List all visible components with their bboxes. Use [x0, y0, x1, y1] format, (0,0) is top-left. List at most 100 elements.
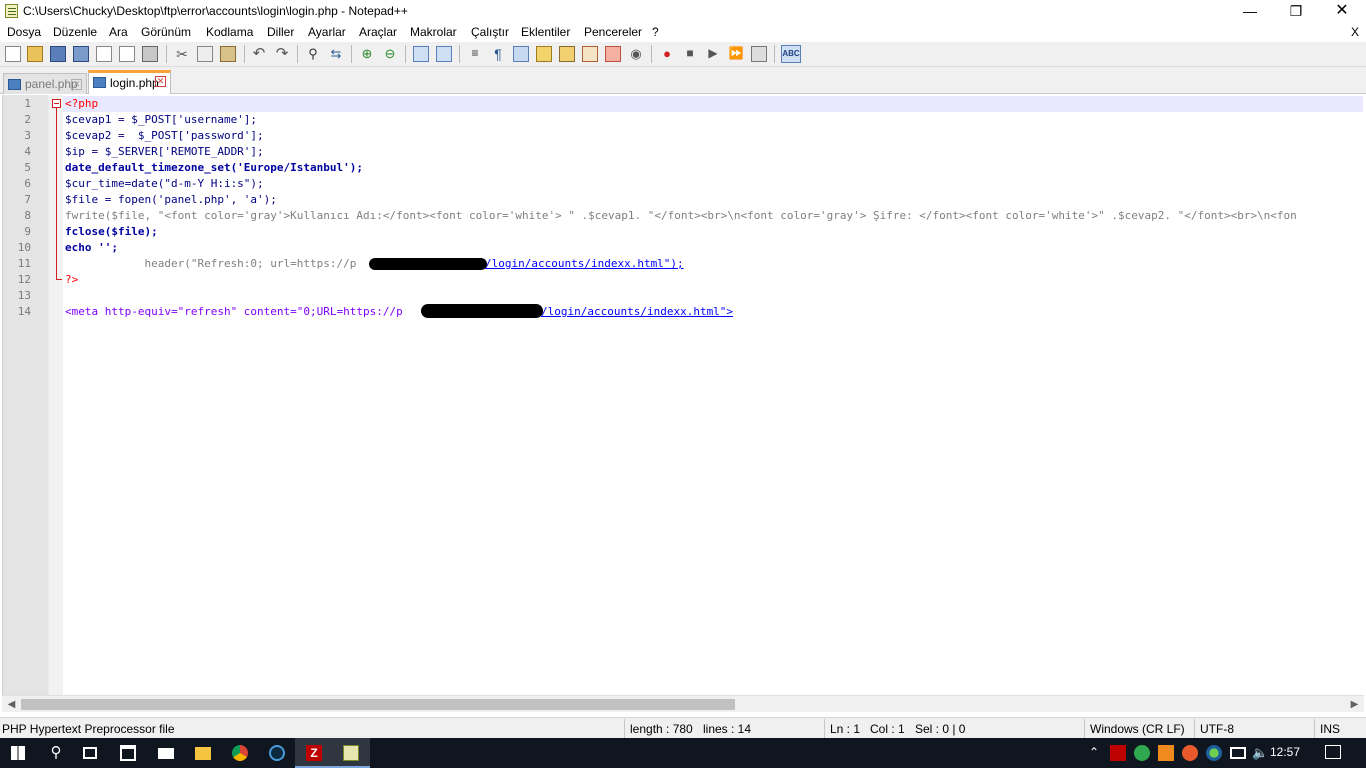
code-line-5: date_default_timezone_set('Europe/Istanb… [65, 161, 364, 174]
cut-icon[interactable]: ✂ [174, 46, 190, 62]
fold-line [56, 108, 57, 280]
line-number: 6 [24, 177, 31, 190]
zoom-out-icon[interactable]: ⊖ [382, 46, 398, 62]
open-file-icon[interactable] [27, 46, 43, 62]
code-line-8: fwrite($file, "<font color='gray'>Kullan… [65, 209, 1297, 222]
tab-close-icon[interactable]: ✕ [155, 76, 166, 87]
scrollbar-thumb[interactable] [21, 699, 735, 710]
paste-icon[interactable] [220, 46, 236, 62]
redaction-mark [369, 258, 487, 270]
tab-panel-php[interactable]: panel.php ✕ [3, 73, 87, 94]
show-hidden-icons-icon[interactable]: ⌃ [1086, 745, 1102, 761]
notepad-plus-plus-icon [343, 745, 359, 761]
undo-icon[interactable]: ↶ [251, 46, 267, 62]
folder-as-workspace-icon[interactable] [605, 46, 621, 62]
show-all-characters-icon[interactable]: ¶ [490, 46, 506, 62]
filezilla-tray-icon[interactable] [1110, 745, 1126, 761]
function-list-icon[interactable] [582, 46, 598, 62]
network-icon[interactable] [1230, 747, 1246, 759]
code-line-6: $cur_time=date("d-m-Y H:i:s"); [65, 177, 264, 190]
line-number: 8 [24, 209, 31, 222]
menu-duzenle[interactable]: Düzenle [53, 25, 97, 39]
play-macro-icon[interactable]: ▶ [705, 46, 721, 62]
taskbar-app[interactable] [258, 738, 296, 768]
udl-icon[interactable] [536, 46, 552, 62]
indent-guide-icon[interactable] [513, 46, 529, 62]
menu-ara[interactable]: Ara [109, 25, 128, 39]
word-wrap-icon[interactable]: ≡ [467, 46, 483, 62]
volume-icon[interactable]: 🔈 [1252, 745, 1268, 761]
toolbar-separator [166, 45, 167, 63]
line-number: 3 [24, 129, 31, 142]
save-all-icon[interactable] [73, 46, 89, 62]
taskbar-store[interactable] [109, 738, 147, 768]
menu-gorunum[interactable]: Görünüm [141, 25, 191, 39]
menu-help[interactable]: ? [652, 25, 659, 39]
status-length: length : 780 [630, 722, 693, 736]
status-eol: Windows (CR LF) [1090, 722, 1185, 736]
menu-eklentiler[interactable]: Eklentiler [521, 25, 570, 39]
spell-check-icon[interactable]: ABC [781, 45, 801, 63]
taskbar-clock[interactable]: 12:57 [1270, 745, 1300, 759]
taskbar-mail[interactable] [147, 738, 185, 768]
close-document-button[interactable]: X [1351, 25, 1359, 39]
close-all-icon[interactable] [119, 46, 135, 62]
line-number: 7 [24, 193, 31, 206]
toolbar-separator [774, 45, 775, 63]
find-icon[interactable]: ⚲ [305, 46, 321, 62]
fold-collapse-icon[interactable] [52, 99, 61, 108]
zoom-in-icon[interactable]: ⊕ [359, 46, 375, 62]
menu-araclar[interactable]: Araçlar [359, 25, 397, 39]
stop-macro-icon[interactable]: ■ [682, 46, 698, 62]
menu-makrolar[interactable]: Makrolar [410, 25, 457, 39]
start-button[interactable] [0, 738, 38, 768]
notification-center-icon[interactable] [1325, 745, 1341, 759]
tray-app-icon[interactable] [1158, 745, 1174, 761]
horizontal-scrollbar[interactable]: ◀ ▶ [2, 695, 1364, 712]
menu-dosya[interactable]: Dosya [7, 25, 41, 39]
status-col: Col : 1 [870, 722, 905, 736]
status-sel: Sel : 0 | 0 [915, 722, 966, 736]
taskbar-notepad-plus-plus[interactable] [332, 738, 370, 768]
task-view-button[interactable] [72, 738, 110, 768]
tab-login-php[interactable]: login.php ✕ [88, 70, 171, 94]
close-file-icon[interactable] [96, 46, 112, 62]
record-macro-icon[interactable]: ● [659, 46, 675, 62]
taskbar-filezilla[interactable]: Z [295, 738, 333, 768]
tray-app-icon[interactable] [1182, 745, 1198, 761]
line-number-gutter: 1 2 3 4 5 6 7 8 9 10 11 12 13 14 [3, 95, 49, 696]
menu-ayarlar[interactable]: Ayarlar [308, 25, 346, 39]
minimize-button[interactable]: — [1227, 0, 1273, 23]
notepad-plus-plus-icon [5, 4, 18, 18]
print-icon[interactable] [142, 46, 158, 62]
taskbar-chrome[interactable] [221, 738, 259, 768]
menu-pencereler[interactable]: Pencereler [584, 25, 642, 39]
menu-calistir[interactable]: Çalıştır [471, 25, 509, 39]
status-bar: PHP Hypertext Preprocessor file length :… [0, 717, 1366, 739]
sync-vertical-icon[interactable] [413, 46, 429, 62]
monitoring-icon[interactable]: ◉ [628, 46, 644, 62]
tray-app-icon[interactable] [1206, 745, 1222, 761]
maximize-button[interactable]: ❐ [1273, 0, 1319, 23]
save-macro-icon[interactable] [751, 46, 767, 62]
sync-horizontal-icon[interactable] [436, 46, 452, 62]
menu-kodlama[interactable]: Kodlama [206, 25, 253, 39]
menu-diller[interactable]: Diller [267, 25, 294, 39]
new-file-icon[interactable] [5, 46, 21, 62]
status-lines: lines : 14 [703, 722, 752, 736]
redo-icon[interactable]: ↷ [274, 46, 290, 62]
replace-icon[interactable]: ⇆ [328, 46, 344, 62]
run-macro-multiple-icon[interactable]: ⏩ [728, 46, 744, 62]
tab-close-icon[interactable]: ✕ [71, 79, 82, 90]
document-map-icon[interactable] [559, 46, 575, 62]
scroll-right-icon[interactable]: ▶ [1346, 696, 1363, 713]
code-editor[interactable]: 1 2 3 4 5 6 7 8 9 10 11 12 13 14 <?php $… [2, 95, 1364, 696]
search-button[interactable]: ⚲ [37, 738, 75, 768]
taskbar-file-explorer[interactable] [184, 738, 222, 768]
toolbar-separator [405, 45, 406, 63]
utorrent-tray-icon[interactable] [1134, 745, 1150, 761]
save-icon[interactable] [50, 46, 66, 62]
scroll-left-icon[interactable]: ◀ [3, 696, 20, 713]
copy-icon[interactable] [197, 46, 213, 62]
close-button[interactable]: ✕ [1319, 0, 1365, 23]
